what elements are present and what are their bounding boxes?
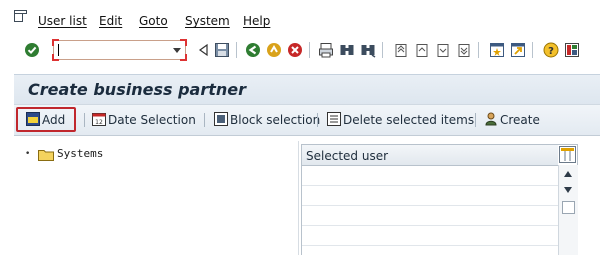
next-page-icon[interactable] xyxy=(435,42,451,58)
cancel-icon[interactable] xyxy=(287,42,303,58)
menu-help[interactable]: Help xyxy=(243,14,270,28)
shortcut-icon[interactable] xyxy=(510,42,526,58)
menu-system[interactable]: System xyxy=(185,14,230,28)
menu-edit[interactable]: Edit xyxy=(99,14,122,28)
delete-selected-items-button[interactable]: Delete selected items xyxy=(327,110,474,130)
scroll-up-icon[interactable] xyxy=(564,171,572,177)
tree-expand-bullet[interactable]: • xyxy=(25,149,30,159)
last-page-icon[interactable] xyxy=(456,42,472,58)
print-icon[interactable] xyxy=(318,42,334,58)
application-toolbar: Add 12 Date Selection Block selection De… xyxy=(14,104,600,136)
table-row[interactable] xyxy=(302,226,558,246)
delete-list-icon xyxy=(327,112,341,126)
title-bar: Create business partner xyxy=(14,74,600,105)
enter-checkmark-icon[interactable] xyxy=(24,42,40,58)
date-selection-button[interactable]: 12 Date Selection xyxy=(92,110,196,130)
column-header[interactable]: Selected user xyxy=(302,145,558,166)
customize-layout-icon[interactable] xyxy=(564,42,580,58)
vertical-scrollbar[interactable] xyxy=(558,165,578,255)
standard-toolbar: ? xyxy=(0,34,600,66)
exit-icon[interactable] xyxy=(266,42,282,58)
delete-selected-items-label: Delete selected items xyxy=(343,113,475,127)
block-selection-icon xyxy=(214,112,228,126)
help-icon[interactable]: ? xyxy=(543,42,559,58)
menu-goto[interactable]: Goto xyxy=(139,14,168,28)
table-row[interactable] xyxy=(302,206,558,226)
block-selection-button[interactable]: Block selection xyxy=(214,110,320,130)
column-header-label: Selected user xyxy=(306,149,389,163)
create-button-label: Create xyxy=(500,113,540,127)
first-page-icon[interactable] xyxy=(393,42,409,58)
menu-bar: User list Edit Goto System Help xyxy=(0,0,600,34)
back-triangle-icon[interactable] xyxy=(196,42,212,58)
tree-item-systems[interactable]: Systems xyxy=(57,147,103,160)
calendar-icon: 12 xyxy=(92,113,106,126)
table-row[interactable] xyxy=(302,166,558,186)
date-selection-label: Date Selection xyxy=(108,113,196,127)
svg-text:?: ? xyxy=(548,46,554,57)
menu-icon[interactable] xyxy=(14,10,27,22)
save-icon[interactable] xyxy=(214,42,230,58)
block-selection-label: Block selection xyxy=(230,113,321,127)
previous-page-icon[interactable] xyxy=(414,42,430,58)
find-next-icon[interactable] xyxy=(360,42,376,58)
folder-icon xyxy=(38,148,54,164)
table-settings-icon[interactable] xyxy=(559,146,576,166)
selected-user-table: Selected user xyxy=(301,144,578,255)
create-session-icon[interactable] xyxy=(489,42,505,58)
back-icon[interactable] xyxy=(245,42,261,58)
scroll-down-icon[interactable] xyxy=(564,187,572,193)
add-button-highlight xyxy=(16,107,76,132)
table-row[interactable] xyxy=(302,186,558,206)
create-button[interactable]: Create xyxy=(484,110,544,130)
scroll-thumb[interactable] xyxy=(562,201,575,214)
find-icon[interactable] xyxy=(339,42,355,58)
command-field[interactable] xyxy=(52,39,187,61)
tree-panel: • Systems xyxy=(14,141,299,255)
menu-user-list[interactable]: User list xyxy=(38,14,87,28)
page-title: Create business partner xyxy=(28,80,246,99)
create-person-icon xyxy=(485,112,497,126)
chevron-down-icon[interactable] xyxy=(173,48,181,53)
svg-text:12: 12 xyxy=(95,119,103,126)
